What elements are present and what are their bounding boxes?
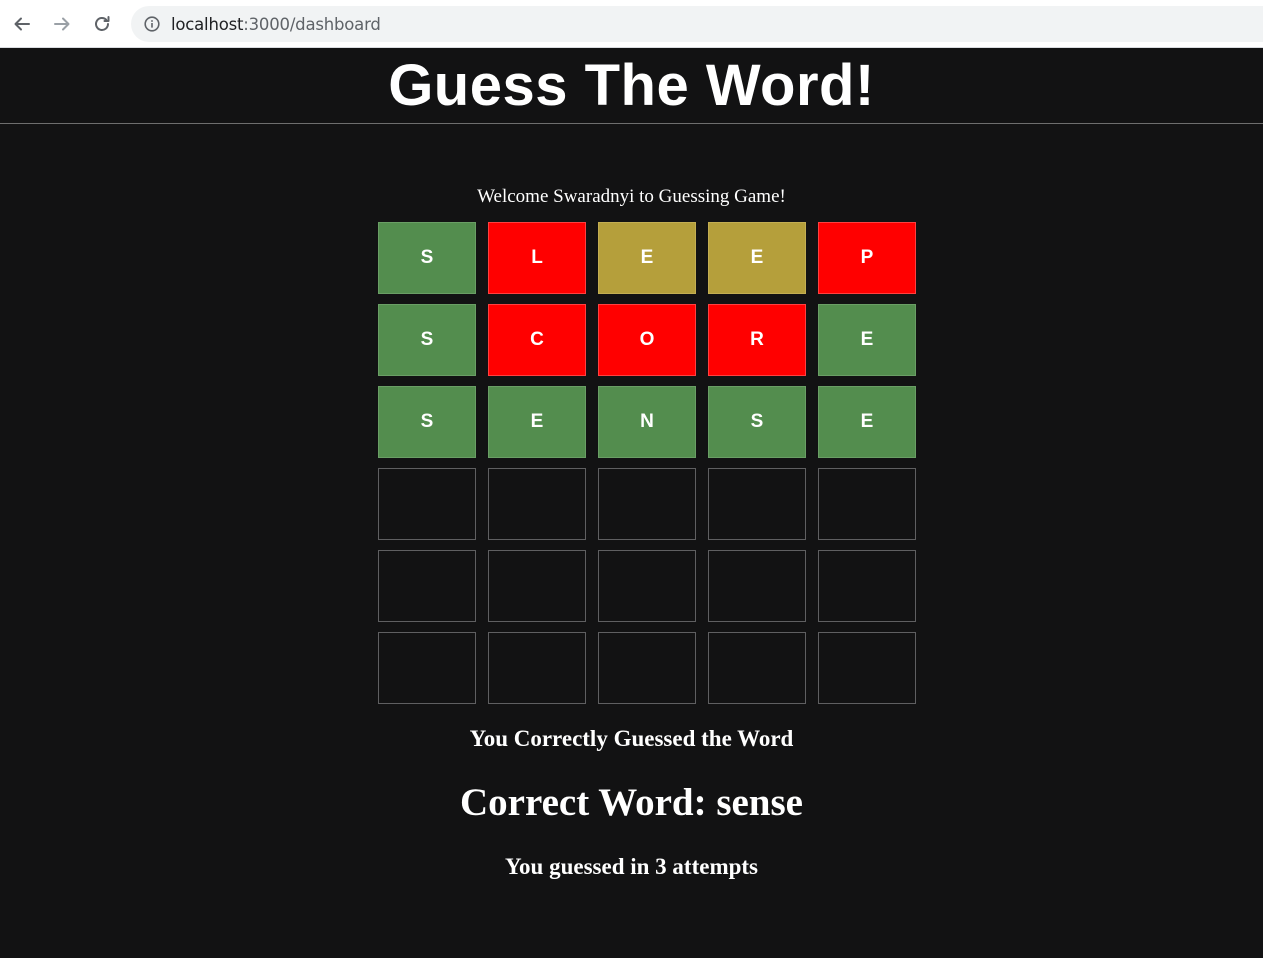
tile-r5-c5 <box>818 550 916 622</box>
arrow-right-icon <box>54 17 70 31</box>
attempts-count: You guessed in 3 attempts <box>504 854 759 879</box>
page-header: Guess The Word! <box>0 48 1263 124</box>
tile-r5-c3 <box>598 550 696 622</box>
tile-r1-c5: P <box>818 222 916 294</box>
tile-r2-c5: E <box>818 304 916 376</box>
info-circle-icon[interactable] <box>143 15 161 33</box>
tile-r6-c4 <box>708 632 806 704</box>
tile-r1-c2: L <box>488 222 586 294</box>
tile-r3-c5: E <box>818 386 916 458</box>
tile-r1-c3: E <box>598 222 696 294</box>
tile-r3-c1: S <box>378 386 476 458</box>
tile-r3-c4: S <box>708 386 806 458</box>
browser-toolbar: localhost:3000/dashboard <box>0 0 1263 48</box>
tile-r4-c5 <box>818 468 916 540</box>
game-board: SLEEPSCORESENSE <box>378 222 916 704</box>
tile-r1-c1: S <box>378 222 476 294</box>
tile-r2-c1: S <box>378 304 476 376</box>
tile-r4-c3 <box>598 468 696 540</box>
tile-r6-c3 <box>598 632 696 704</box>
tile-r3-c2: E <box>488 386 586 458</box>
tile-r4-c1 <box>378 468 476 540</box>
url-host: localhost <box>171 14 244 34</box>
tile-r5-c1 <box>378 550 476 622</box>
page-title: Guess The Word! <box>388 53 875 118</box>
reload-button[interactable] <box>90 12 114 36</box>
tile-r4-c2 <box>488 468 586 540</box>
correct-word: Correct Word: sense <box>460 781 803 824</box>
tile-r2-c2: C <box>488 304 586 376</box>
url-path: :3000/dashboard <box>243 14 381 34</box>
tile-r6-c5 <box>818 632 916 704</box>
tile-r6-c1 <box>378 632 476 704</box>
result-message: You Correctly Guessed the Word <box>469 726 794 751</box>
address-bar[interactable]: localhost:3000/dashboard <box>131 6 1263 42</box>
tile-r6-c2 <box>488 632 586 704</box>
reload-icon <box>95 16 110 31</box>
tile-r4-c4 <box>708 468 806 540</box>
arrow-left-icon <box>14 17 30 31</box>
tile-r2-c4: R <box>708 304 806 376</box>
url-text[interactable]: localhost:3000/dashboard <box>171 15 381 34</box>
welcome-message: Welcome Swaradnyi to Guessing Game! <box>477 186 786 207</box>
tile-r5-c2 <box>488 550 586 622</box>
tile-r5-c4 <box>708 550 806 622</box>
forward-button[interactable] <box>50 12 74 36</box>
tile-r3-c3: N <box>598 386 696 458</box>
tile-r1-c4: E <box>708 222 806 294</box>
back-button[interactable] <box>10 12 34 36</box>
tile-r2-c3: O <box>598 304 696 376</box>
